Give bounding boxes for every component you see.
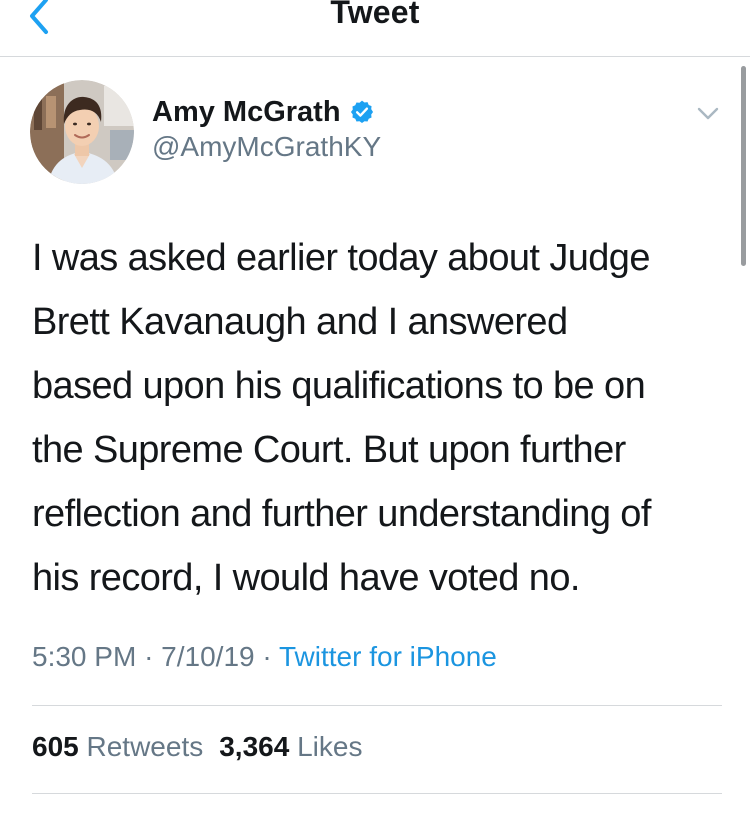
likes-stat[interactable]: 3,364 Likes [219,731,362,762]
retweets-stat[interactable]: 605 Retweets [32,731,203,762]
meta-separator: · [262,641,272,672]
scrollbar[interactable] [741,66,746,266]
tweet-text-line: I was asked earlier today about Judge [32,237,650,279]
likes-label: Likes [297,731,363,762]
tweet-detail-screen: Tweet Amy McGrath @AmyMcGrathKY I was as… [0,0,750,813]
page-title: Tweet [330,0,420,30]
tweet-date: 7/10/19 [161,641,255,672]
tweet-time: 5:30 PM [32,641,137,672]
divider [32,705,722,706]
tweet-text-line: reflection and further understanding of [32,493,651,535]
tweet-text-line: based upon his qualifications to be on [32,365,646,407]
chevron-down-icon[interactable] [694,104,722,124]
tweet-text-line: his record, I would have voted no. [32,557,580,599]
verified-badge-icon [350,100,373,124]
avatar[interactable] [30,80,134,184]
tweet-text-line: the Supreme Court. But upon further [32,429,626,471]
likes-count: 3,364 [219,731,290,762]
retweets-count: 605 [32,731,79,762]
author-name-row[interactable]: Amy McGrath [152,94,375,130]
tweet-source-link[interactable]: Twitter for iPhone [279,641,497,672]
tweet-meta: 5:30 PM · 7/10/19 · Twitter for iPhone [32,641,497,673]
tweet-text: I was asked earlier today about Judge Br… [32,226,732,610]
retweets-label: Retweets [86,731,204,762]
navigation-bar: Tweet [0,0,750,57]
tweet-stats: 605 Retweets 3,364 Likes [32,731,362,763]
tweet-text-line: Brett Kavanaugh and I answered [32,301,568,343]
author-handle[interactable]: @AmyMcGrathKY [152,131,381,163]
divider [32,793,722,794]
display-name[interactable]: Amy McGrath [152,96,341,129]
profile-photo-icon [30,80,134,184]
meta-separator: · [144,641,154,672]
